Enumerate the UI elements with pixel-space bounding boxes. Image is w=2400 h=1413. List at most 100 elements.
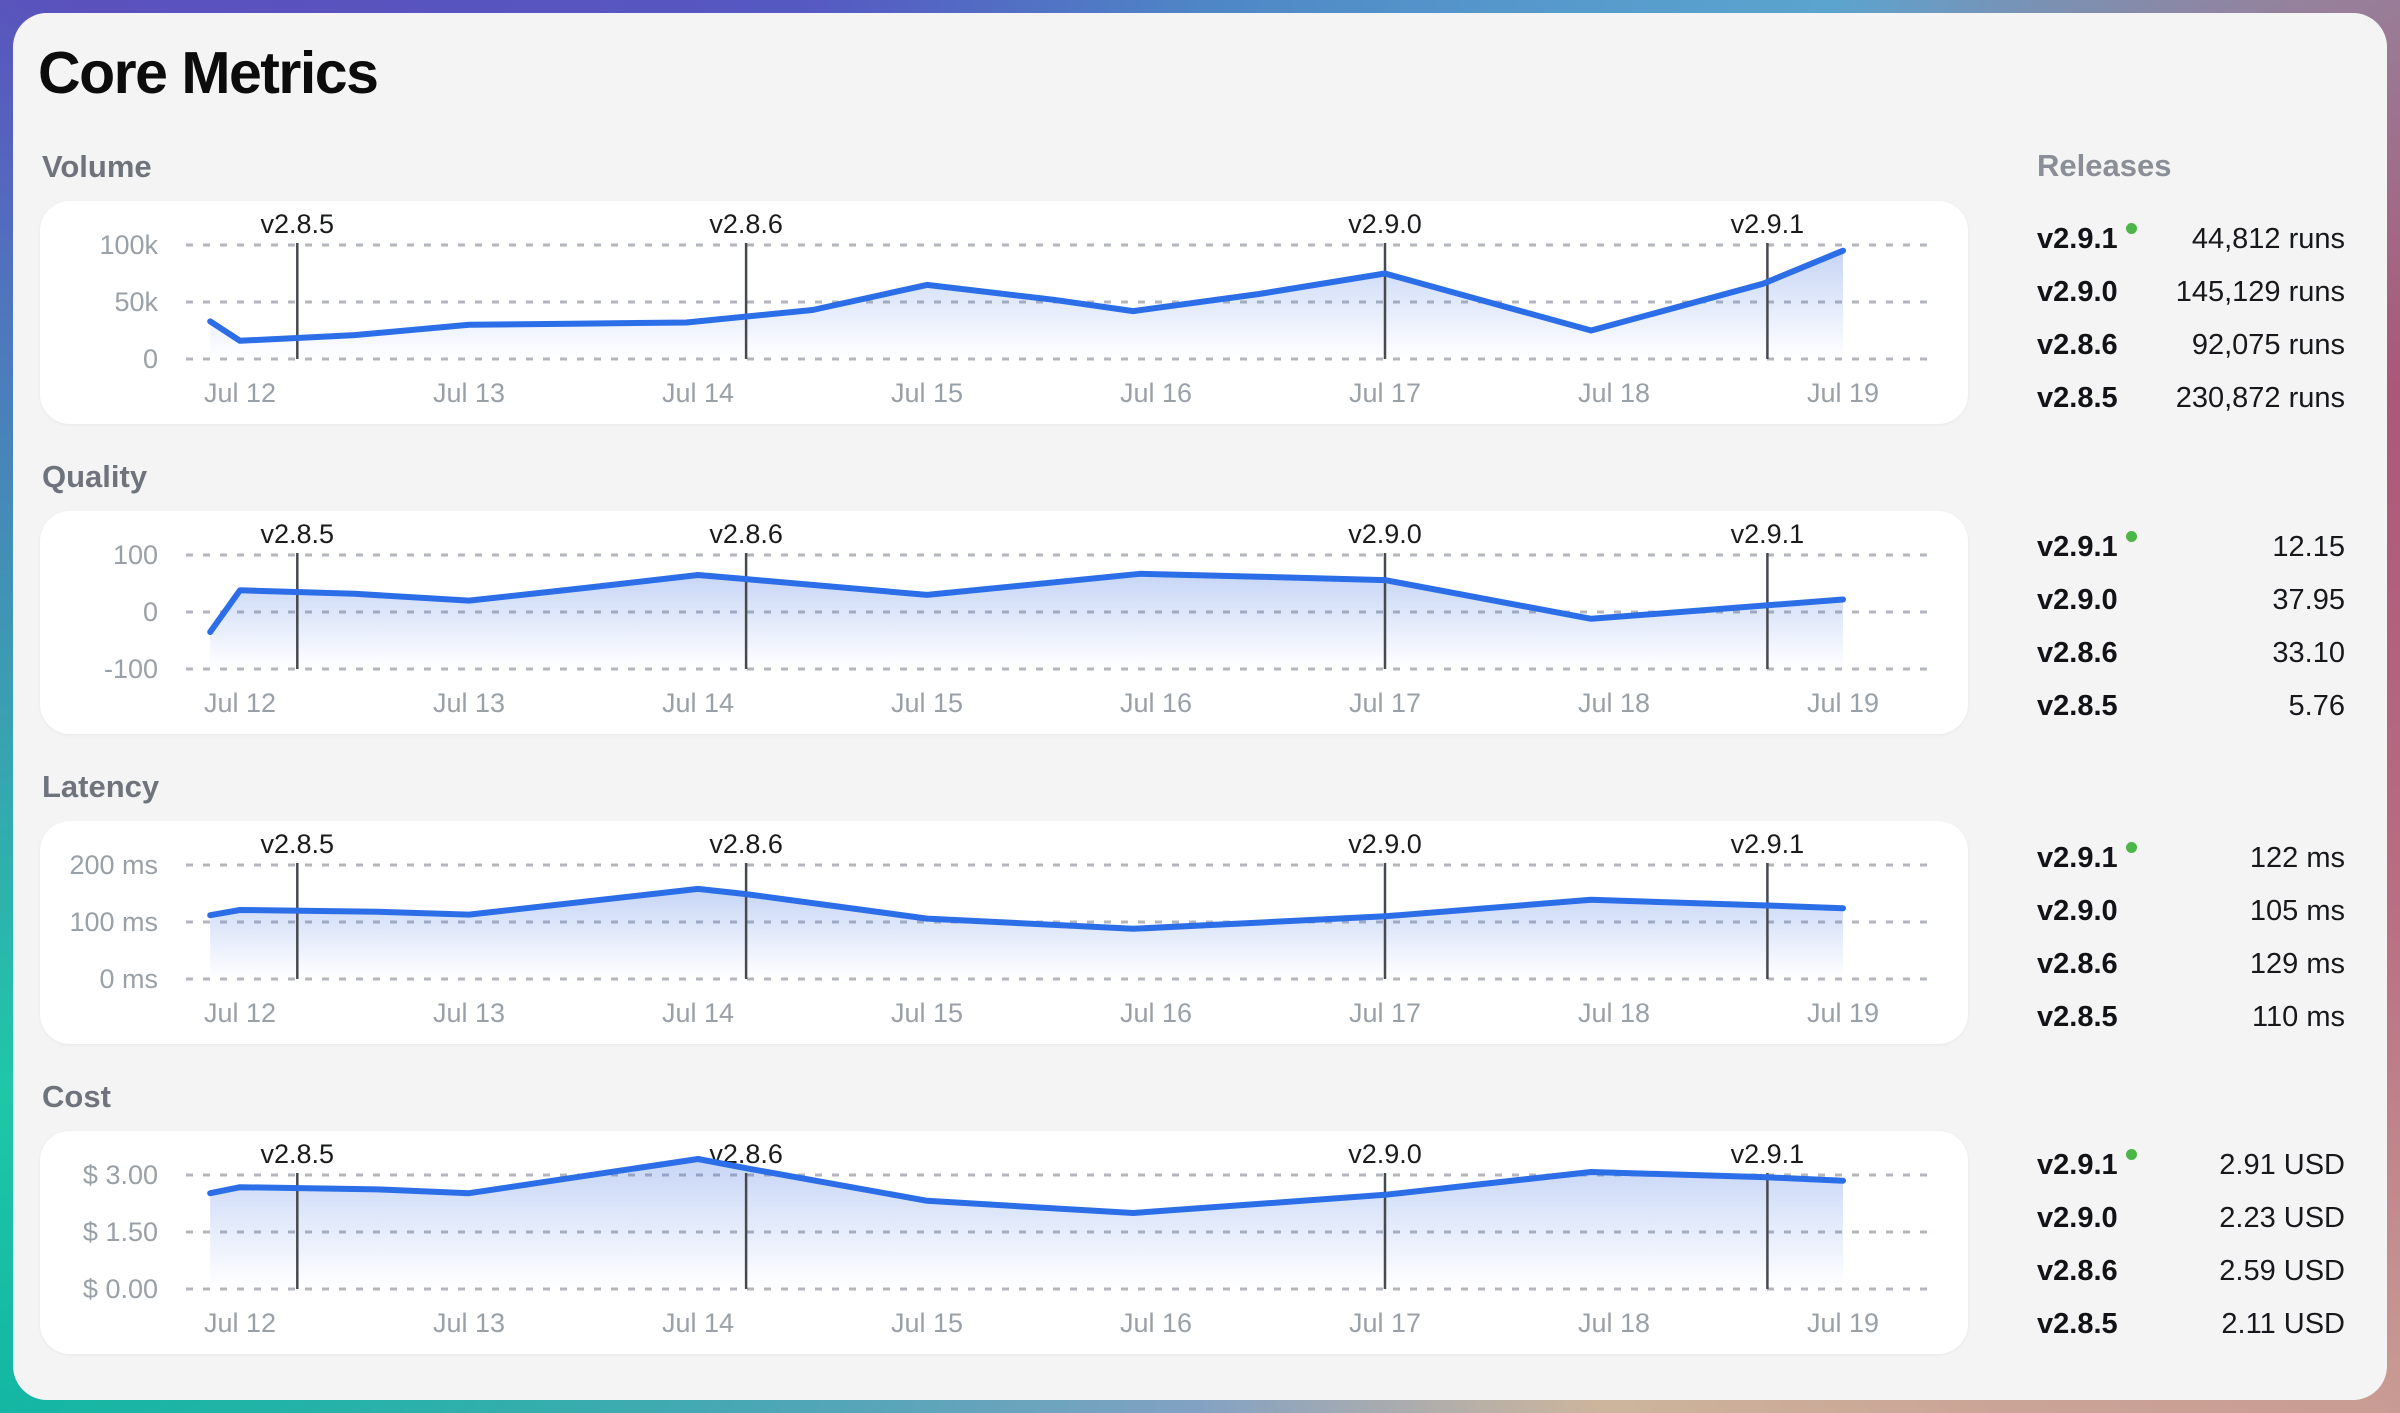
chart-card-volume[interactable]: 100k50k0Jul 12Jul 13Jul 14Jul 15Jul 16Ju… xyxy=(40,201,1968,424)
release-version: v2.8.6 xyxy=(2037,948,2118,981)
release-version: v2.9.0 xyxy=(2037,895,2118,928)
release-row[interactable]: v2.9.0 105 ms xyxy=(2037,885,2345,938)
release-version: v2.9.1 xyxy=(2037,223,2137,256)
release-value: 2.91 USD xyxy=(2219,1149,2345,1182)
release-row[interactable]: v2.8.6 129 ms xyxy=(2037,938,2345,991)
release-version: v2.8.5 xyxy=(2037,1308,2118,1341)
release-version: v2.8.6 xyxy=(2037,1255,2118,1288)
release-row[interactable]: v2.8.5 5.76 xyxy=(2037,680,2345,733)
release-version: v2.8.5 xyxy=(2037,382,2118,415)
y-tick-label: 0 xyxy=(143,597,158,627)
x-tick-label: Jul 12 xyxy=(204,998,276,1028)
release-row[interactable]: v2.8.5 2.11 USD xyxy=(2037,1298,2345,1351)
y-tick-label: 100k xyxy=(99,230,158,260)
release-row[interactable]: v2.8.62.59 USD xyxy=(2037,1245,2345,1298)
current-release-dot-icon xyxy=(2126,842,2137,853)
release-row[interactable]: v2.9.0 37.95 xyxy=(2037,574,2345,627)
latency-chart: 200 ms100 ms0 msJul 12Jul 13Jul 14Jul 15… xyxy=(40,821,1968,1044)
dashboard-page: { "page": { "title": "Core Metrics" }, "… xyxy=(0,0,2400,1413)
chart-card-quality[interactable]: 1000-100Jul 12Jul 13Jul 14Jul 15Jul 16Ju… xyxy=(40,511,1968,734)
chart-card-latency[interactable]: 200 ms100 ms0 msJul 12Jul 13Jul 14Jul 15… xyxy=(40,821,1968,1044)
y-tick-label: 0 xyxy=(143,344,158,374)
release-row[interactable]: v2.9.1 44,812 runs xyxy=(2037,213,2345,266)
release-marker-label: v2.8.5 xyxy=(261,829,335,859)
x-tick-label: Jul 13 xyxy=(433,998,505,1028)
x-tick-label: Jul 15 xyxy=(891,378,963,408)
x-tick-label: Jul 14 xyxy=(662,688,734,718)
x-tick-label: Jul 14 xyxy=(662,378,734,408)
release-group-cost: v2.9.12.91 USDv2.9.02.23 USDv2.8.62.59 U… xyxy=(2037,1139,2345,1351)
y-tick-label: 50k xyxy=(114,287,158,317)
release-marker-label: v2.8.6 xyxy=(709,209,783,239)
release-marker-label: v2.8.5 xyxy=(261,519,335,549)
release-value: 110 ms xyxy=(2252,1001,2345,1034)
release-marker-label: v2.9.0 xyxy=(1348,829,1422,859)
main-panel: Core Metrics Volume 100k50k0Jul 12Jul 13… xyxy=(13,13,2387,1400)
release-value: 2.11 USD xyxy=(2221,1308,2345,1341)
release-row[interactable]: v2.8.6 92,075 runs xyxy=(2037,319,2345,372)
release-row[interactable]: v2.9.02.23 USD xyxy=(2037,1192,2345,1245)
release-value: 122 ms xyxy=(2250,842,2345,875)
release-row[interactable]: v2.8.5 110 ms xyxy=(2037,991,2345,1044)
current-release-dot-icon xyxy=(2126,1149,2137,1160)
x-tick-label: Jul 14 xyxy=(662,998,734,1028)
release-row[interactable]: v2.9.0145,129 runs xyxy=(2037,266,2345,319)
section-cost: Cost $ 3.00$ 1.50$ 0.00Jul 12Jul 13Jul 1… xyxy=(13,1078,1973,1354)
y-tick-label: $ 3.00 xyxy=(83,1160,158,1190)
x-tick-label: Jul 18 xyxy=(1578,1308,1650,1338)
x-tick-label: Jul 13 xyxy=(433,378,505,408)
release-marker-label: v2.9.1 xyxy=(1731,829,1805,859)
quality-chart: 1000-100Jul 12Jul 13Jul 14Jul 15Jul 16Ju… xyxy=(40,511,1968,734)
release-row[interactable]: v2.8.5230,872 runs xyxy=(2037,372,2345,425)
release-marker-label: v2.8.6 xyxy=(709,519,783,549)
release-row[interactable]: v2.9.112.15 xyxy=(2037,521,2345,574)
release-marker-label: v2.8.5 xyxy=(261,209,335,239)
release-group-volume: v2.9.144,812 runsv2.9.0145,129 runsv2.8.… xyxy=(2037,213,2345,425)
section-volume: Volume 100k50k0Jul 12Jul 13Jul 14Jul 15J… xyxy=(13,148,1973,424)
x-tick-label: Jul 18 xyxy=(1578,688,1650,718)
y-tick-label: 100 xyxy=(113,540,158,570)
y-tick-label: $ 0.00 xyxy=(83,1274,158,1304)
x-tick-label: Jul 17 xyxy=(1349,1308,1421,1338)
release-marker-label: v2.9.1 xyxy=(1731,209,1805,239)
release-value: 2.23 USD xyxy=(2219,1202,2345,1235)
x-tick-label: Jul 18 xyxy=(1578,998,1650,1028)
release-version: v2.8.5 xyxy=(2037,690,2118,723)
section-label-cost: Cost xyxy=(42,1078,1973,1115)
x-tick-label: Jul 15 xyxy=(891,998,963,1028)
x-tick-label: Jul 19 xyxy=(1807,998,1879,1028)
release-value: 33.10 xyxy=(2272,637,2345,670)
x-tick-label: Jul 17 xyxy=(1349,378,1421,408)
x-tick-label: Jul 13 xyxy=(433,688,505,718)
x-tick-label: Jul 18 xyxy=(1578,378,1650,408)
release-row[interactable]: v2.9.1 122 ms xyxy=(2037,832,2345,885)
volume-chart: 100k50k0Jul 12Jul 13Jul 14Jul 15Jul 16Ju… xyxy=(40,201,1968,424)
release-value: 5.76 xyxy=(2289,690,2345,723)
release-value: 129 ms xyxy=(2250,948,2345,981)
release-marker-label: v2.9.1 xyxy=(1731,1139,1805,1169)
release-value: 92,075 runs xyxy=(2192,329,2345,362)
y-tick-label: 100 ms xyxy=(69,907,158,937)
release-marker-label: v2.9.1 xyxy=(1731,519,1805,549)
release-value: 44,812 runs xyxy=(2192,223,2345,256)
release-version: v2.8.5 xyxy=(2037,1001,2118,1034)
chart-card-cost[interactable]: $ 3.00$ 1.50$ 0.00Jul 12Jul 13Jul 14Jul … xyxy=(40,1131,1968,1354)
release-version: v2.8.6 xyxy=(2037,329,2118,362)
release-version: v2.9.0 xyxy=(2037,584,2118,617)
x-tick-label: Jul 12 xyxy=(204,1308,276,1338)
release-version: v2.9.1 xyxy=(2037,842,2137,875)
charts-column: Volume 100k50k0Jul 12Jul 13Jul 14Jul 15J… xyxy=(13,148,1973,1354)
x-tick-label: Jul 19 xyxy=(1807,378,1879,408)
x-tick-label: Jul 15 xyxy=(891,688,963,718)
x-tick-label: Jul 14 xyxy=(662,1308,734,1338)
x-tick-label: Jul 12 xyxy=(204,378,276,408)
x-tick-label: Jul 19 xyxy=(1807,688,1879,718)
release-group-latency: v2.9.1122 msv2.9.0105 msv2.8.6129 msv2.8… xyxy=(2037,832,2345,1044)
release-marker-label: v2.9.0 xyxy=(1348,519,1422,549)
release-value: 145,129 runs xyxy=(2176,276,2345,309)
release-row[interactable]: v2.9.12.91 USD xyxy=(2037,1139,2345,1192)
release-row[interactable]: v2.8.633.10 xyxy=(2037,627,2345,680)
release-value: 37.95 xyxy=(2272,584,2345,617)
release-value: 105 ms xyxy=(2250,895,2345,928)
releases-panel-title: Releases xyxy=(2037,148,2171,184)
